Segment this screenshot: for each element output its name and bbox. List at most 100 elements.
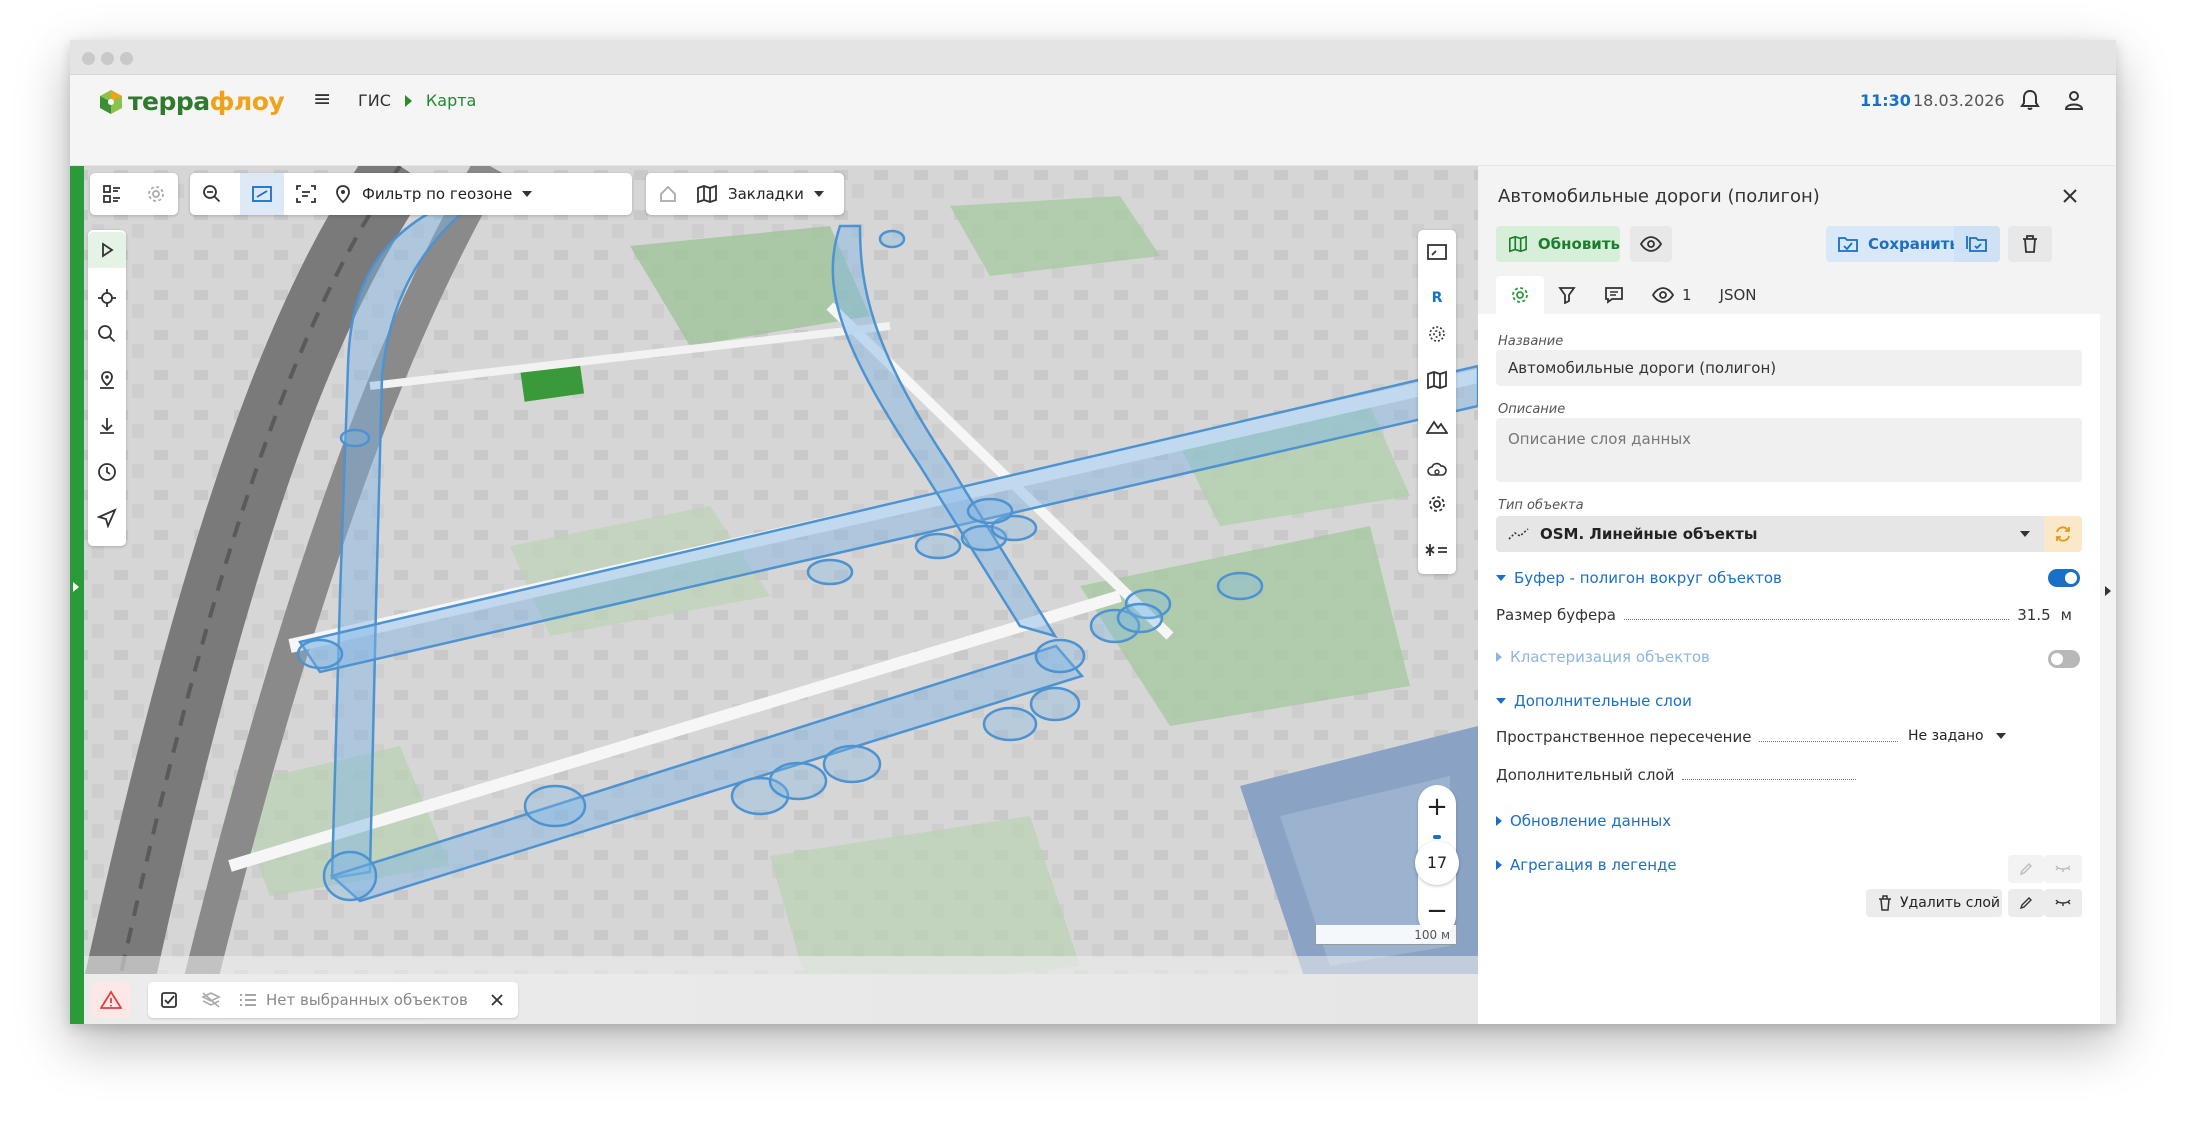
select-area-button[interactable] (284, 173, 328, 215)
zoom-slider-handle[interactable] (1433, 835, 1441, 839)
trash-icon (1879, 895, 1891, 911)
clustering-section-toggle[interactable]: Кластеризация объектов (1496, 648, 1710, 666)
window-minimize-dot[interactable] (101, 52, 114, 65)
clustering-section-title: Кластеризация объектов (1510, 648, 1710, 666)
zoom-in-button[interactable]: + (1418, 789, 1456, 825)
data-update-section-toggle[interactable]: Обновление данных (1496, 812, 1671, 830)
place-marker-button[interactable] (88, 362, 126, 398)
description-field-label: Описание (1498, 402, 1566, 417)
buffer-switch[interactable] (2048, 569, 2080, 587)
delete-layer-button[interactable] (2008, 226, 2052, 262)
save-button[interactable]: Сохранить (1826, 226, 2000, 262)
scale-bar: 100 м (1315, 925, 1457, 945)
window-close-dot[interactable] (82, 52, 95, 65)
layer-settings-button[interactable] (134, 173, 178, 215)
preview-button[interactable] (1630, 226, 1672, 262)
history-button[interactable] (88, 454, 126, 490)
search-button[interactable] (88, 316, 126, 352)
tab-settings[interactable] (1496, 276, 1544, 314)
filter-icon (1558, 287, 1576, 304)
fit-extent-icon (252, 186, 272, 202)
map-icon (1427, 370, 1447, 390)
legend-aggregation-section-toggle[interactable]: Агрегация в легенде (1496, 856, 1677, 874)
fullscreen-button[interactable] (1418, 234, 1456, 270)
tab-filter[interactable] (1544, 276, 1590, 314)
window-titlebar (70, 40, 2116, 75)
tab-json[interactable]: JSON (1706, 276, 1771, 314)
description-field[interactable]: Описание слоя данных (1496, 418, 2082, 482)
tab-visibility[interactable]: 1 (1638, 276, 1706, 314)
map-canvas[interactable] (70, 166, 1478, 1024)
navigate-button[interactable] (88, 500, 126, 536)
panel-tabs: 1 JSON (1496, 276, 1771, 314)
layer-properties-panel: Автомобильные дороги (полигон) Обновить … (1478, 166, 2116, 1024)
map-render (70, 166, 1478, 1024)
terrain-3d-button[interactable] (1418, 316, 1456, 352)
buffer-size-unit: м (2060, 606, 2072, 624)
object-type-value: OSM. Линейные объекты (1540, 525, 1758, 543)
zoom-out-button[interactable]: − (1418, 893, 1456, 929)
select-all-button[interactable] (148, 982, 190, 1018)
dotted-globe-icon (1429, 326, 1445, 342)
hide-intersection-button[interactable] (2044, 855, 2082, 883)
name-field[interactable]: Автомобильные дороги (полигон) (1496, 350, 2082, 386)
rotation-reset-label: R (1431, 290, 1443, 306)
warnings-button[interactable] (92, 982, 130, 1018)
object-type-select[interactable]: OSM. Линейные объекты (1496, 516, 2044, 552)
chevron-down-icon (1995, 733, 2006, 739)
zoom-out-extent-button[interactable] (190, 173, 234, 215)
eye-closed-icon (2055, 865, 2071, 872)
play-button[interactable] (88, 232, 126, 268)
relief-button[interactable] (1418, 408, 1456, 444)
delete-extra-layer-button[interactable]: Удалить слой (1866, 889, 2002, 917)
weather-button[interactable] (1418, 452, 1456, 488)
basemap-button[interactable] (1418, 362, 1456, 398)
legend-button[interactable] (1418, 532, 1456, 568)
hide-extra-layer-button[interactable] (2044, 889, 2082, 917)
breadcrumb-map[interactable]: Карта (426, 91, 476, 110)
app-logo[interactable]: террафлоу (98, 87, 285, 116)
pencil-icon (2019, 863, 2032, 876)
app-window: террафлоу ≡ ГИС Карта 11:30 18.03.2026 Ф… (70, 40, 2116, 1024)
close-icon[interactable] (2058, 184, 2082, 208)
bell-icon[interactable] (2018, 88, 2042, 112)
refresh-button[interactable]: Обновить (1496, 226, 1620, 262)
window-maximize-dot[interactable] (120, 52, 133, 65)
user-icon[interactable] (2062, 88, 2086, 112)
fit-extent-button[interactable] (240, 173, 284, 215)
tab-popup[interactable] (1590, 276, 1638, 314)
home-button[interactable] (646, 173, 690, 215)
zoom-out-icon (203, 185, 221, 203)
chevron-down-icon (1496, 698, 1506, 704)
extra-layers-section-toggle[interactable]: Дополнительные слои (1496, 692, 1692, 710)
download-button[interactable] (88, 408, 126, 444)
buffer-size-value[interactable]: 31.5 (2017, 606, 2050, 624)
menu-hamburger-icon[interactable]: ≡ (313, 87, 331, 112)
legend-aggregation-section-title: Агрегация в легенде (1510, 856, 1677, 874)
eye-closed-icon (2055, 899, 2071, 906)
map-settings-button[interactable] (1418, 486, 1456, 522)
bookmarks-dropdown[interactable]: Закладки (690, 184, 834, 204)
edit-intersection-button[interactable] (2008, 855, 2044, 883)
clustering-switch[interactable] (2048, 650, 2080, 668)
clear-selection-button[interactable] (476, 982, 518, 1018)
locate-button[interactable] (88, 280, 126, 316)
breadcrumb-gis[interactable]: ГИС (358, 91, 391, 110)
left-map-tools (88, 230, 126, 546)
left-panel-toggle[interactable] (70, 166, 84, 1024)
tab-json-label: JSON (1719, 286, 1757, 304)
object-type-sync-button[interactable] (2044, 516, 2082, 552)
geozone-filter-dropdown[interactable]: Фильтр по геозоне (328, 184, 542, 204)
rotation-reset-button[interactable]: R (1418, 280, 1456, 316)
map-icon (1508, 235, 1527, 253)
edit-extra-layer-button[interactable] (2008, 889, 2044, 917)
save-as-button[interactable] (1954, 226, 2000, 262)
layers-list-button[interactable] (90, 173, 134, 215)
logo-suffix: флоу (209, 87, 285, 116)
search-icon (98, 325, 116, 343)
buffer-section-toggle[interactable]: Буфер - полигон вокруг объектов (1496, 569, 1782, 587)
hide-selection-button[interactable] (190, 982, 232, 1018)
right-panel-collapse[interactable] (2100, 166, 2116, 1024)
spatial-intersection-select[interactable]: Не задано (1908, 728, 2006, 744)
crosshair-icon (98, 289, 116, 307)
